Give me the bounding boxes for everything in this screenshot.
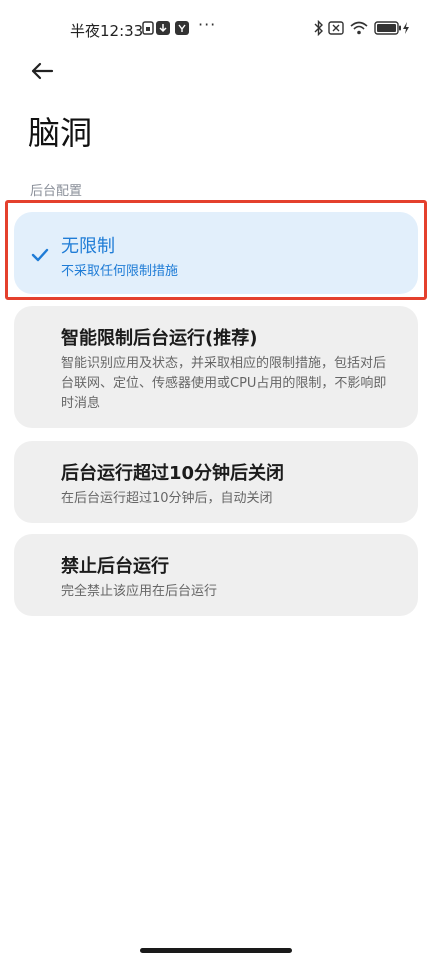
more-dots-icon: ··· xyxy=(198,14,217,34)
check-icon xyxy=(31,247,49,266)
home-indicator[interactable] xyxy=(140,948,292,953)
option-desc: 不采取任何限制措施 xyxy=(61,264,179,279)
option-forbid-background[interactable]: 禁止后台运行 完全禁止该应用在后台运行 xyxy=(14,534,418,616)
option-title: 后台运行超过10分钟后关闭 xyxy=(61,463,285,484)
option-title: 无限制 xyxy=(61,236,115,257)
option-title: 禁止后台运行 xyxy=(61,556,169,577)
battery-icon xyxy=(374,20,402,36)
bluetooth-icon xyxy=(314,20,324,36)
charging-icon xyxy=(402,20,410,36)
section-label: 后台配置 xyxy=(30,184,83,199)
no-sim-icon xyxy=(328,20,344,36)
option-desc: 完全禁止该应用在后台运行 xyxy=(61,584,218,599)
download-icon xyxy=(156,20,170,36)
option-smart-restrict[interactable]: 智能限制后台运行(推荐) 智能识别应用及状态，并采取相应的限制措施，包括对后台联… xyxy=(14,306,418,428)
option-close-after-10min[interactable]: 后台运行超过10分钟后关闭 在后台运行超过10分钟后，自动关闭 xyxy=(14,441,418,523)
option-desc: 智能识别应用及状态，并采取相应的限制措施，包括对后台联网、定位、传感器使用或CP… xyxy=(61,356,387,411)
page-title: 脑洞 xyxy=(28,114,93,152)
status-bar: 半夜12:33 ··· xyxy=(0,0,432,60)
back-button[interactable] xyxy=(26,58,58,88)
app-icon xyxy=(175,20,189,36)
sim-icon xyxy=(142,20,154,36)
arrow-left-icon xyxy=(30,61,54,85)
option-title: 智能限制后台运行(推荐) xyxy=(61,328,258,349)
wifi-icon xyxy=(350,20,368,36)
option-desc: 在后台运行超过10分钟后，自动关闭 xyxy=(61,491,273,506)
option-unrestricted[interactable]: 无限制 不采取任何限制措施 xyxy=(14,212,418,294)
status-time: 半夜12:33 xyxy=(70,22,144,40)
